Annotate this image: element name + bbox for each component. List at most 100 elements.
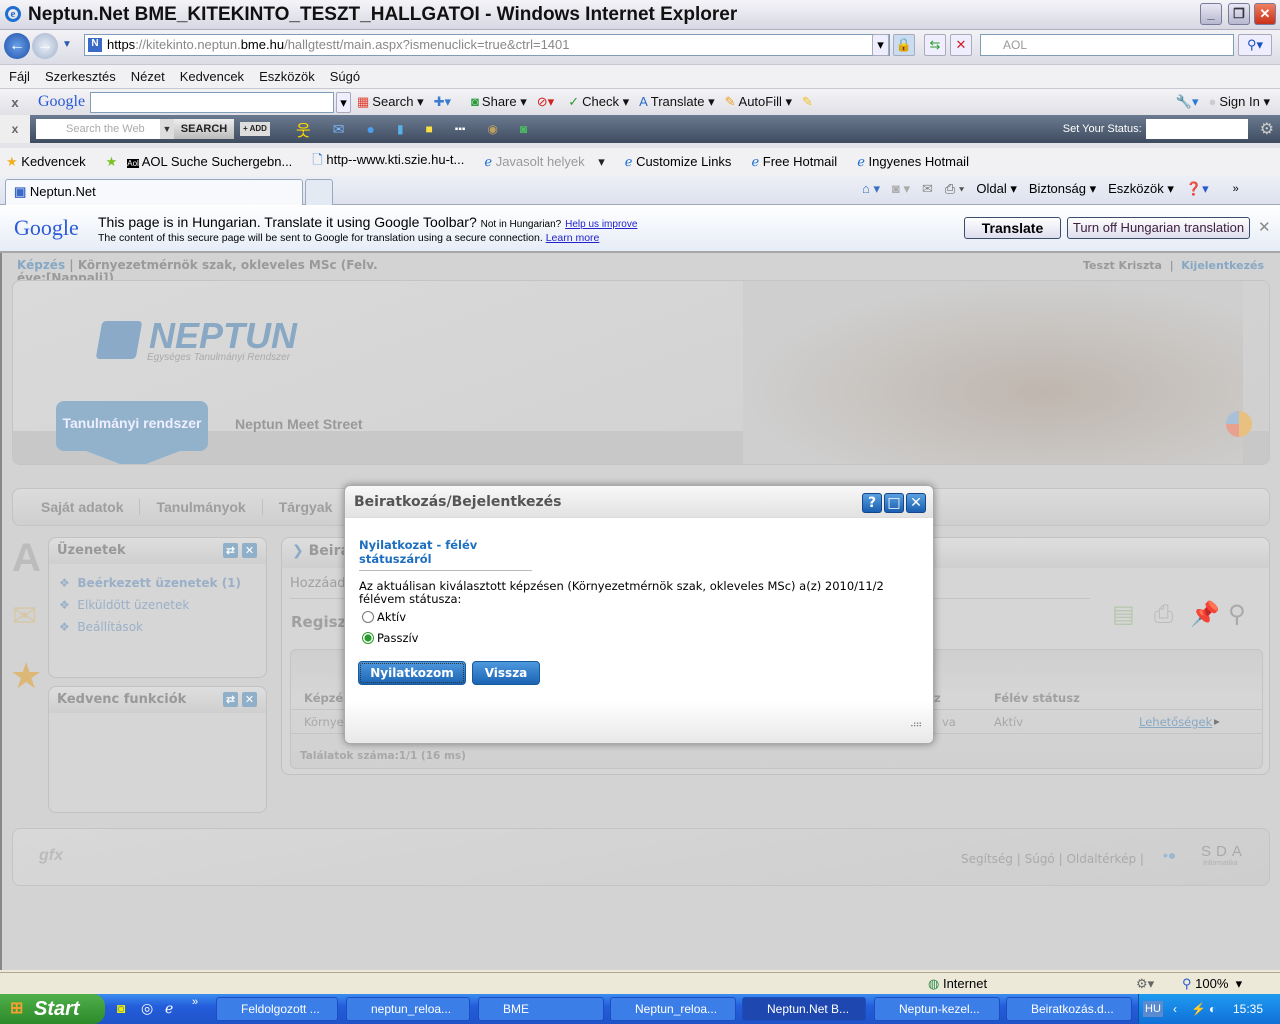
page-menu[interactable]: Oldal ▾: [976, 181, 1017, 197]
highlighter-icon[interactable]: ✎: [802, 94, 813, 110]
task-feldolgozott[interactable]: Feldolgozott ...: [216, 997, 338, 1021]
declare-button[interactable]: Nyilatkozom: [358, 661, 466, 685]
radio-active[interactable]: Aktív: [362, 610, 406, 624]
color-theme-icon[interactable]: [1226, 411, 1252, 437]
start-button[interactable]: ⊞ Start: [0, 994, 105, 1024]
envelope-icon[interactable]: ✉: [12, 599, 37, 634]
close-panel-icon[interactable]: ✕: [242, 692, 257, 707]
aim-icon[interactable]: 웃: [296, 117, 311, 141]
google-search-dropdown[interactable]: ▾: [336, 91, 351, 113]
history-dropdown-icon[interactable]: ▼: [62, 39, 72, 50]
close-button[interactable]: ✕: [1254, 3, 1276, 25]
menu-view[interactable]: Nézet: [131, 69, 165, 84]
aol-add-button[interactable]: + ADD: [240, 122, 270, 136]
task-neptun-kezelo[interactable]: Neptun-kezel...: [874, 997, 1000, 1021]
autofill-button[interactable]: ✎ AutoFill ▾: [725, 94, 792, 110]
stop-icon[interactable]: ✕: [950, 34, 972, 56]
favorites-star-icon[interactable]: ★: [10, 655, 42, 697]
quicklaunch-outlook-icon[interactable]: ◎: [141, 1000, 153, 1017]
turn-off-translation-button[interactable]: Turn off Hungarian translation: [1067, 217, 1250, 239]
favorites-button[interactable]: ★ Kedvencek: [6, 154, 96, 170]
restore-button[interactable]: ❐: [1228, 3, 1250, 25]
menu-file[interactable]: Fájl: [9, 69, 30, 84]
zoom-control[interactable]: ⚲ 100% ▾: [1182, 976, 1242, 992]
settings-gear-icon[interactable]: ⚙: [1260, 119, 1274, 139]
tray-volume-icon[interactable]: ◐: [1209, 994, 1216, 1024]
lock-icon[interactable]: 🔒: [893, 34, 915, 56]
radio-active-input[interactable]: [362, 611, 374, 623]
dialog-help-button[interactable]: ?: [862, 493, 882, 513]
task-beiratkozas-doc[interactable]: Beiratkozás.d...: [1006, 997, 1132, 1021]
mail-icon[interactable]: ✉: [333, 121, 345, 138]
safety-menu[interactable]: Biztonság ▾: [1029, 181, 1096, 197]
nav-studies[interactable]: Tanulmányok: [156, 499, 263, 515]
aol-search-input[interactable]: Search the Web: [36, 119, 160, 139]
tray-network-icon[interactable]: ⚡: [1191, 994, 1206, 1024]
messages-settings-link[interactable]: ❖ Beállítások: [59, 616, 256, 638]
fav-ingyenes-hotmail[interactable]: ℯ Ingyenes Hotmail: [857, 154, 979, 170]
task-neptun-reload-1[interactable]: neptun_reloa...: [346, 997, 470, 1021]
language-indicator[interactable]: HU: [1143, 1001, 1163, 1017]
task-bme-folder[interactable]: BME: [478, 997, 604, 1021]
aol-search-dropdown[interactable]: ▼: [160, 119, 174, 139]
radio-passive-input[interactable]: [362, 632, 374, 644]
footer-sitemap-link[interactable]: Oldaltérkép: [1066, 852, 1136, 866]
tab-tanulmanyi-rendszer[interactable]: Tanulmányi rendszer: [56, 401, 208, 451]
refresh-icon[interactable]: ⇆: [924, 34, 946, 56]
chevron-more-icon[interactable]: »: [1233, 183, 1239, 195]
messages-inbox-link[interactable]: ❖ Beérkezett üzenetek (1): [59, 572, 256, 594]
menu-tools[interactable]: Eszközök: [259, 69, 315, 84]
task-neptun-reload-2[interactable]: Neptun_reloa...: [610, 997, 736, 1021]
radio-passive[interactable]: Passzív: [362, 631, 419, 645]
messages-sent-link[interactable]: ❖ Elküldött üzenetek: [59, 594, 256, 616]
url-dropdown-icon[interactable]: ▾: [872, 34, 889, 56]
close-translate-bar-icon[interactable]: ✕: [1258, 218, 1271, 236]
fav-suggested-sites[interactable]: ℯ Javasolt helyek ▾: [484, 154, 614, 170]
forward-button[interactable]: →: [32, 33, 58, 59]
menu-edit[interactable]: Szerkesztés: [45, 69, 116, 84]
aol-search-button[interactable]: SEARCH: [174, 119, 234, 139]
tools-menu[interactable]: Eszközök ▾: [1108, 181, 1174, 197]
nav-subjects[interactable]: Tárgyak: [279, 499, 333, 515]
pin-icon[interactable]: 📌: [1190, 600, 1220, 628]
popup-blocker-icon[interactable]: ⊘▾: [537, 94, 554, 110]
share-aol-icon[interactable]: ◙: [520, 122, 527, 136]
task-neptun-ie[interactable]: Neptun.Net B...: [742, 997, 866, 1021]
close-panel-icon[interactable]: ✕: [242, 543, 257, 558]
resize-grip-icon[interactable]: ⠴⠶: [910, 720, 922, 730]
feeds-icon[interactable]: ◙ ▾: [892, 181, 910, 197]
plus-icon[interactable]: ✚▾: [434, 94, 451, 110]
fav-customize-links[interactable]: ℯ Customize Links: [625, 154, 742, 170]
sign-in-button[interactable]: ● Sign In ▾: [1209, 94, 1270, 110]
fav-link-aol[interactable]: Aol AOL Suche Suchergebn...: [127, 154, 302, 169]
protected-mode-icon[interactable]: ⚙▾: [1136, 976, 1154, 992]
minimize-button[interactable]: _: [1200, 3, 1222, 25]
quicklaunch-more-icon[interactable]: »: [192, 996, 198, 1008]
close-toolbar-icon[interactable]: x: [0, 95, 30, 110]
url-input[interactable]: https://kitekinto.neptun.bme.hu/hallgtes…: [84, 34, 890, 56]
footer-help-link[interactable]: Segítség: [961, 852, 1013, 866]
tray-expand-icon[interactable]: ‹: [1173, 994, 1177, 1024]
add-favorite-icon[interactable]: ★: [106, 154, 118, 170]
search-input[interactable]: AOL: [980, 34, 1234, 56]
excel-export-icon[interactable]: ▤: [1112, 600, 1135, 628]
learn-more-link[interactable]: Learn more: [546, 232, 600, 244]
translate-button[interactable]: A Translate ▾: [639, 94, 715, 110]
quicklaunch-ie-icon[interactable]: ℯ: [165, 1000, 173, 1017]
font-size-icon[interactable]: A: [12, 536, 41, 581]
options-link[interactable]: Lehetőségek: [1139, 715, 1212, 729]
read-mail-icon[interactable]: ✉: [922, 181, 933, 197]
check-button[interactable]: ✓ Check ▾: [568, 94, 629, 110]
notes-icon[interactable]: ■: [426, 122, 433, 136]
footer-sugo-link[interactable]: Súgó: [1025, 852, 1055, 866]
dialog-maximize-button[interactable]: □: [884, 493, 904, 513]
quicklaunch-app-icon[interactable]: ◙: [117, 1000, 125, 1016]
refresh-panel-icon[interactable]: ⇄: [223, 543, 238, 558]
mobile-icon[interactable]: ▮: [397, 122, 404, 136]
help-improve-link[interactable]: Help us improve: [565, 219, 637, 230]
google-search-input[interactable]: [90, 91, 334, 113]
tab-neptun[interactable]: ▣ Neptun.Net BME_KITEKINTO_TESZT_HALLGA.…: [5, 179, 303, 223]
back-button[interactable]: ←: [4, 33, 30, 59]
fav-free-hotmail[interactable]: ℯ Free Hotmail: [751, 154, 847, 170]
menu-help[interactable]: Súgó: [330, 69, 360, 84]
